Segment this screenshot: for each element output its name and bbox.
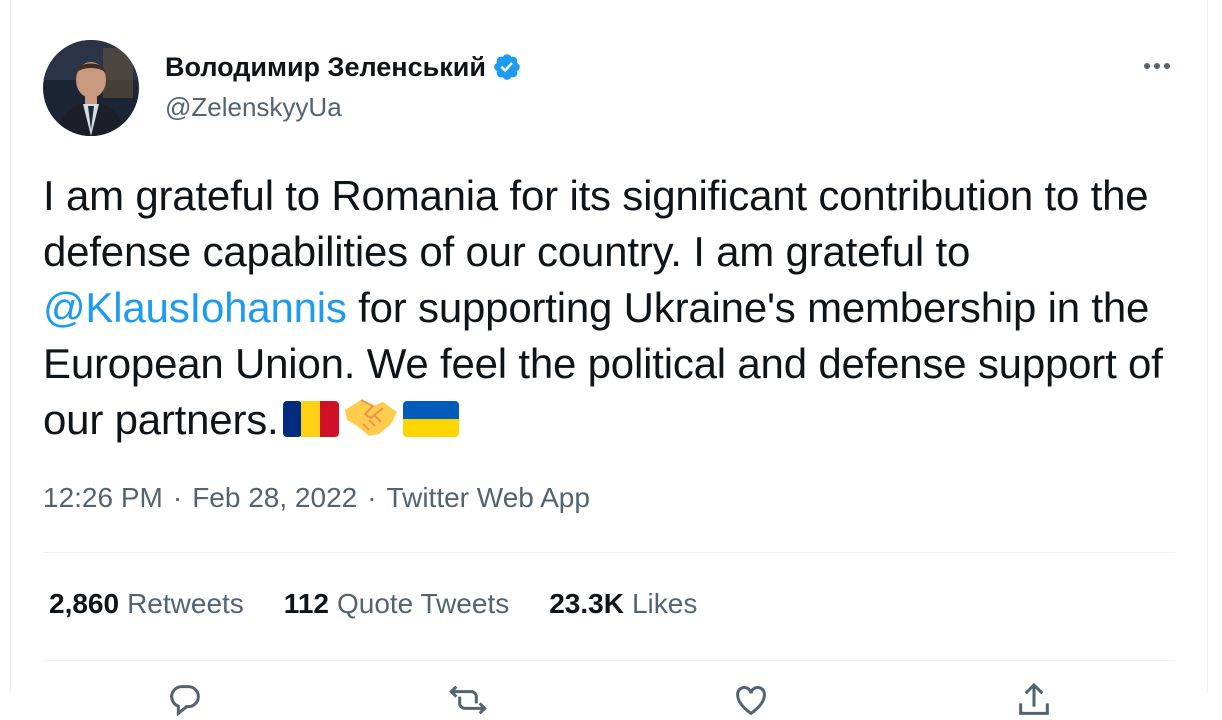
retweets-stat[interactable]: 2,860 Retweets bbox=[49, 588, 244, 620]
verified-badge-icon bbox=[494, 54, 520, 80]
quotes-count: 112 bbox=[283, 588, 329, 619]
mention-link[interactable]: @KlausIohannis bbox=[43, 284, 347, 331]
more-dot bbox=[1144, 63, 1150, 69]
retweets-count: 2,860 bbox=[49, 588, 120, 619]
avatar-image bbox=[43, 40, 139, 136]
meta-separator: · bbox=[172, 482, 183, 513]
author-name-row: Володимир Зеленський bbox=[165, 50, 522, 84]
quotes-label: Quote Tweets bbox=[336, 588, 510, 619]
likes-stat[interactable]: 23.3K Likes bbox=[549, 588, 697, 620]
share-icon[interactable] bbox=[1014, 680, 1054, 720]
handshake-icon bbox=[344, 399, 397, 436]
retweet-icon[interactable] bbox=[448, 680, 488, 720]
more-dot bbox=[1164, 63, 1170, 69]
avatar[interactable] bbox=[43, 40, 139, 136]
quote-tweets-stat[interactable]: 112 Quote Tweets bbox=[284, 588, 509, 620]
tweet-date[interactable]: Feb 28, 2022 bbox=[192, 482, 357, 514]
likes-count: 23.3K bbox=[549, 588, 624, 619]
more-options-icon[interactable] bbox=[1137, 52, 1177, 80]
tweet-text-before-mention: I am grateful to Romania for its signifi… bbox=[43, 172, 1149, 275]
author-display-name[interactable]: Володимир Зеленський bbox=[165, 52, 486, 83]
reply-icon[interactable] bbox=[165, 680, 205, 720]
tweet-actions bbox=[43, 680, 1175, 720]
retweets-label: Retweets bbox=[127, 588, 244, 619]
tweet-stats: 2,860 Retweets 112 Quote Tweets 23.3K Li… bbox=[49, 588, 697, 620]
divider bbox=[43, 552, 1175, 553]
tweet-text: I am grateful to Romania for its signifi… bbox=[43, 168, 1183, 448]
likes-label: Likes bbox=[631, 588, 698, 619]
tweet-source[interactable]: Twitter Web App bbox=[387, 482, 590, 514]
romania-flag-icon bbox=[282, 401, 339, 437]
tweet-meta: 12:26 PM · Feb 28, 2022 · Twitter Web Ap… bbox=[43, 482, 590, 514]
tweet-card: Володимир Зеленський @ZelenskyyUa I am g… bbox=[10, 0, 1208, 717]
like-icon[interactable] bbox=[731, 680, 771, 720]
tweet-time[interactable]: 12:26 PM bbox=[43, 482, 163, 514]
author-handle[interactable]: @ZelenskyyUa bbox=[165, 92, 342, 123]
more-dot bbox=[1154, 63, 1160, 69]
divider bbox=[43, 660, 1175, 661]
ukraine-flag-icon bbox=[402, 401, 459, 437]
meta-separator: · bbox=[367, 482, 377, 513]
